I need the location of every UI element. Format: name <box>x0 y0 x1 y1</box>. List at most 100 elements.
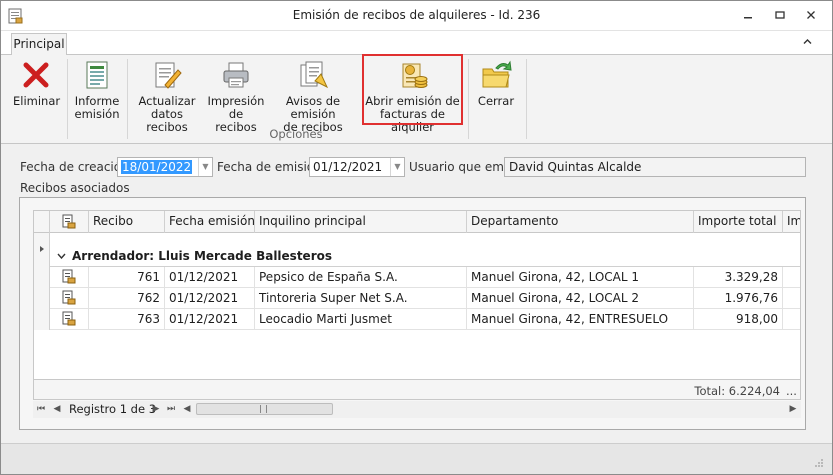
collapse-ribbon-button[interactable] <box>803 35 812 48</box>
cell-departamento[interactable]: Manuel Girona, 42, LOCAL 2 <box>467 288 694 309</box>
report-icon <box>86 61 108 89</box>
grid-navigator: ⏮ ◀ Registro 1 de 3 ▶ ⏭ ◀ ▶ <box>33 401 801 418</box>
maximize-button[interactable] <box>771 7 789 25</box>
tab-principal[interactable]: Principal <box>11 33 67 56</box>
receipt-icon-cell <box>50 309 89 330</box>
title-bar: Emisión de recibos de alquileres - Id. 2… <box>1 1 832 31</box>
table-row[interactable]: 761 01/12/2021 Pepsico de España S.A. Manue… <box>34 267 800 288</box>
cell-inquilino[interactable]: Tintoreria Super Net S.A. <box>255 288 467 309</box>
avisos-emision-button[interactable]: Avisos de emisión de recibos <box>267 55 359 134</box>
nav-last-button[interactable]: ⏭ <box>165 402 177 416</box>
actualizar-label-1: Actualizar <box>138 94 196 108</box>
cell-fecha-emision[interactable]: 01/12/2021 <box>165 309 255 330</box>
cerrar-button[interactable]: Cerrar <box>473 55 519 127</box>
impresion-label-1: Impresión <box>207 94 265 108</box>
nav-record-label: Registro 1 de 3 <box>69 402 157 416</box>
receipt-icon <box>62 290 76 305</box>
impresion-recibos-button[interactable]: Impresión de recibos <box>207 55 265 134</box>
cell-departamento[interactable]: Manuel Girona, 42, ENTRESUELO <box>467 309 694 330</box>
scroll-grip-icon <box>260 405 267 413</box>
nav-first-button[interactable]: ⏮ <box>35 402 47 416</box>
ribbon-separator <box>127 59 128 139</box>
cerrar-label: Cerrar <box>477 94 515 108</box>
recibos-grid: Recibo Fecha emisión Inquilino principal… <box>33 210 801 400</box>
status-bar <box>1 443 832 474</box>
eliminar-label: Eliminar <box>13 94 61 108</box>
receipt-icon-cell <box>50 267 89 288</box>
table-row[interactable]: 763 01/12/2021 Leocadio Marti Jusmet Manuel… <box>34 309 800 330</box>
close-icon <box>807 11 815 19</box>
printer-icon <box>223 62 249 88</box>
recibos-panel: Recibo Fecha emisión Inquilino principal… <box>19 197 806 430</box>
column-header-importe-total[interactable]: Importe total <box>694 211 783 233</box>
total-more: ... <box>786 384 797 398</box>
group-label: Arrendador: Lluis Mercade Ballesteros <box>72 249 333 263</box>
cell-recibo[interactable]: 762 <box>89 288 165 309</box>
receipt-icon <box>62 311 76 326</box>
cell-importe-total[interactable]: 3.329,28 <box>694 267 783 288</box>
cell-imp[interactable] <box>783 288 800 309</box>
cell-departamento[interactable]: Manuel Girona, 42, LOCAL 1 <box>467 267 694 288</box>
informe-emision-button[interactable]: Informe emisión <box>71 55 123 127</box>
group-row[interactable]: Arrendador: Lluis Mercade Ballesteros <box>34 233 800 267</box>
group-collapse-icon[interactable] <box>57 253 66 259</box>
column-header-imp[interactable]: Imp <box>783 211 800 233</box>
recibos-asociados-label: Recibos asociados <box>20 181 130 195</box>
column-header-recibo[interactable]: Recibo <box>89 211 165 233</box>
dropdown-arrow-icon[interactable]: ▼ <box>390 158 404 176</box>
cell-fecha-emision[interactable]: 01/12/2021 <box>165 267 255 288</box>
column-chooser-button[interactable] <box>50 211 89 233</box>
column-header-departamento[interactable]: Departamento <box>467 211 694 233</box>
row-indicator <box>34 288 50 309</box>
fecha-creacion-label: Fecha de creación: <box>20 160 133 174</box>
nav-scroll-right-button[interactable]: ▶ <box>787 402 799 416</box>
window-title: Emisión de recibos de alquileres - Id. 2… <box>292 8 541 22</box>
restore-icon <box>775 11 785 19</box>
close-window-button[interactable] <box>802 7 820 25</box>
main-window: Emisión de recibos de alquileres - Id. 2… <box>0 0 833 475</box>
row-indicator <box>34 309 50 330</box>
cell-imp[interactable] <box>783 267 800 288</box>
fecha-emision-value: 01/12/2021 <box>313 160 383 174</box>
current-row-arrow-icon <box>40 246 44 252</box>
fecha-creacion-field[interactable]: 18/01/2022 ▼ <box>117 157 213 177</box>
cell-imp[interactable] <box>783 309 800 330</box>
cell-inquilino[interactable]: Leocadio Marti Jusmet <box>255 309 467 330</box>
delete-x-icon <box>23 62 49 88</box>
grid-footer: Total: 6.224,04 ... <box>34 379 800 399</box>
table-row[interactable]: 762 01/12/2021 Tintoreria Super Net S.A. Ma… <box>34 288 800 309</box>
row-indicator <box>34 233 50 267</box>
minimize-button[interactable] <box>739 7 757 25</box>
nav-next-button[interactable]: ▶ <box>150 402 162 416</box>
highlight-frame <box>362 54 463 125</box>
indicator-header <box>34 211 50 233</box>
cell-importe-total[interactable]: 1.976,76 <box>694 288 783 309</box>
ribbon-separator <box>67 59 68 139</box>
eliminar-button[interactable]: Eliminar <box>13 55 61 127</box>
resize-grip-icon[interactable] <box>814 458 824 468</box>
fecha-emision-field[interactable]: 01/12/2021 ▼ <box>309 157 405 177</box>
cell-inquilino[interactable]: Pepsico de España S.A. <box>255 267 467 288</box>
nav-prev-button[interactable]: ◀ <box>51 402 63 416</box>
actualizar-datos-button[interactable]: Actualizar datos recibos <box>131 55 203 134</box>
nav-scroll-left-button[interactable]: ◀ <box>181 402 193 416</box>
grid-header-row: Recibo Fecha emisión Inquilino principal… <box>34 211 800 233</box>
ribbon-group-label: Opciones <box>269 127 323 141</box>
avisos-label-1: Avisos de emisión <box>285 94 341 121</box>
total-summary: Total: 6.224,04 <box>694 384 780 398</box>
cell-importe-total[interactable]: 918,00 <box>694 309 783 330</box>
exit-folder-icon <box>482 60 512 88</box>
ribbon-tab-strip: Principal <box>1 31 832 56</box>
content-area: Fecha de creación: 18/01/2022 ▼ Fecha de… <box>1 145 832 443</box>
ribbon-separator <box>468 59 469 139</box>
informe-label-2: emisión <box>74 107 120 121</box>
horizontal-scrollbar-thumb[interactable] <box>196 403 333 415</box>
minimize-icon <box>744 17 752 19</box>
column-header-fecha-emision[interactable]: Fecha emisión <box>165 211 255 233</box>
cell-recibo[interactable]: 763 <box>89 309 165 330</box>
cell-fecha-emision[interactable]: 01/12/2021 <box>165 288 255 309</box>
dropdown-arrow-icon[interactable]: ▼ <box>198 158 212 176</box>
column-header-inquilino[interactable]: Inquilino principal <box>255 211 467 233</box>
cell-recibo[interactable]: 761 <box>89 267 165 288</box>
receipt-header-icon <box>62 214 76 229</box>
